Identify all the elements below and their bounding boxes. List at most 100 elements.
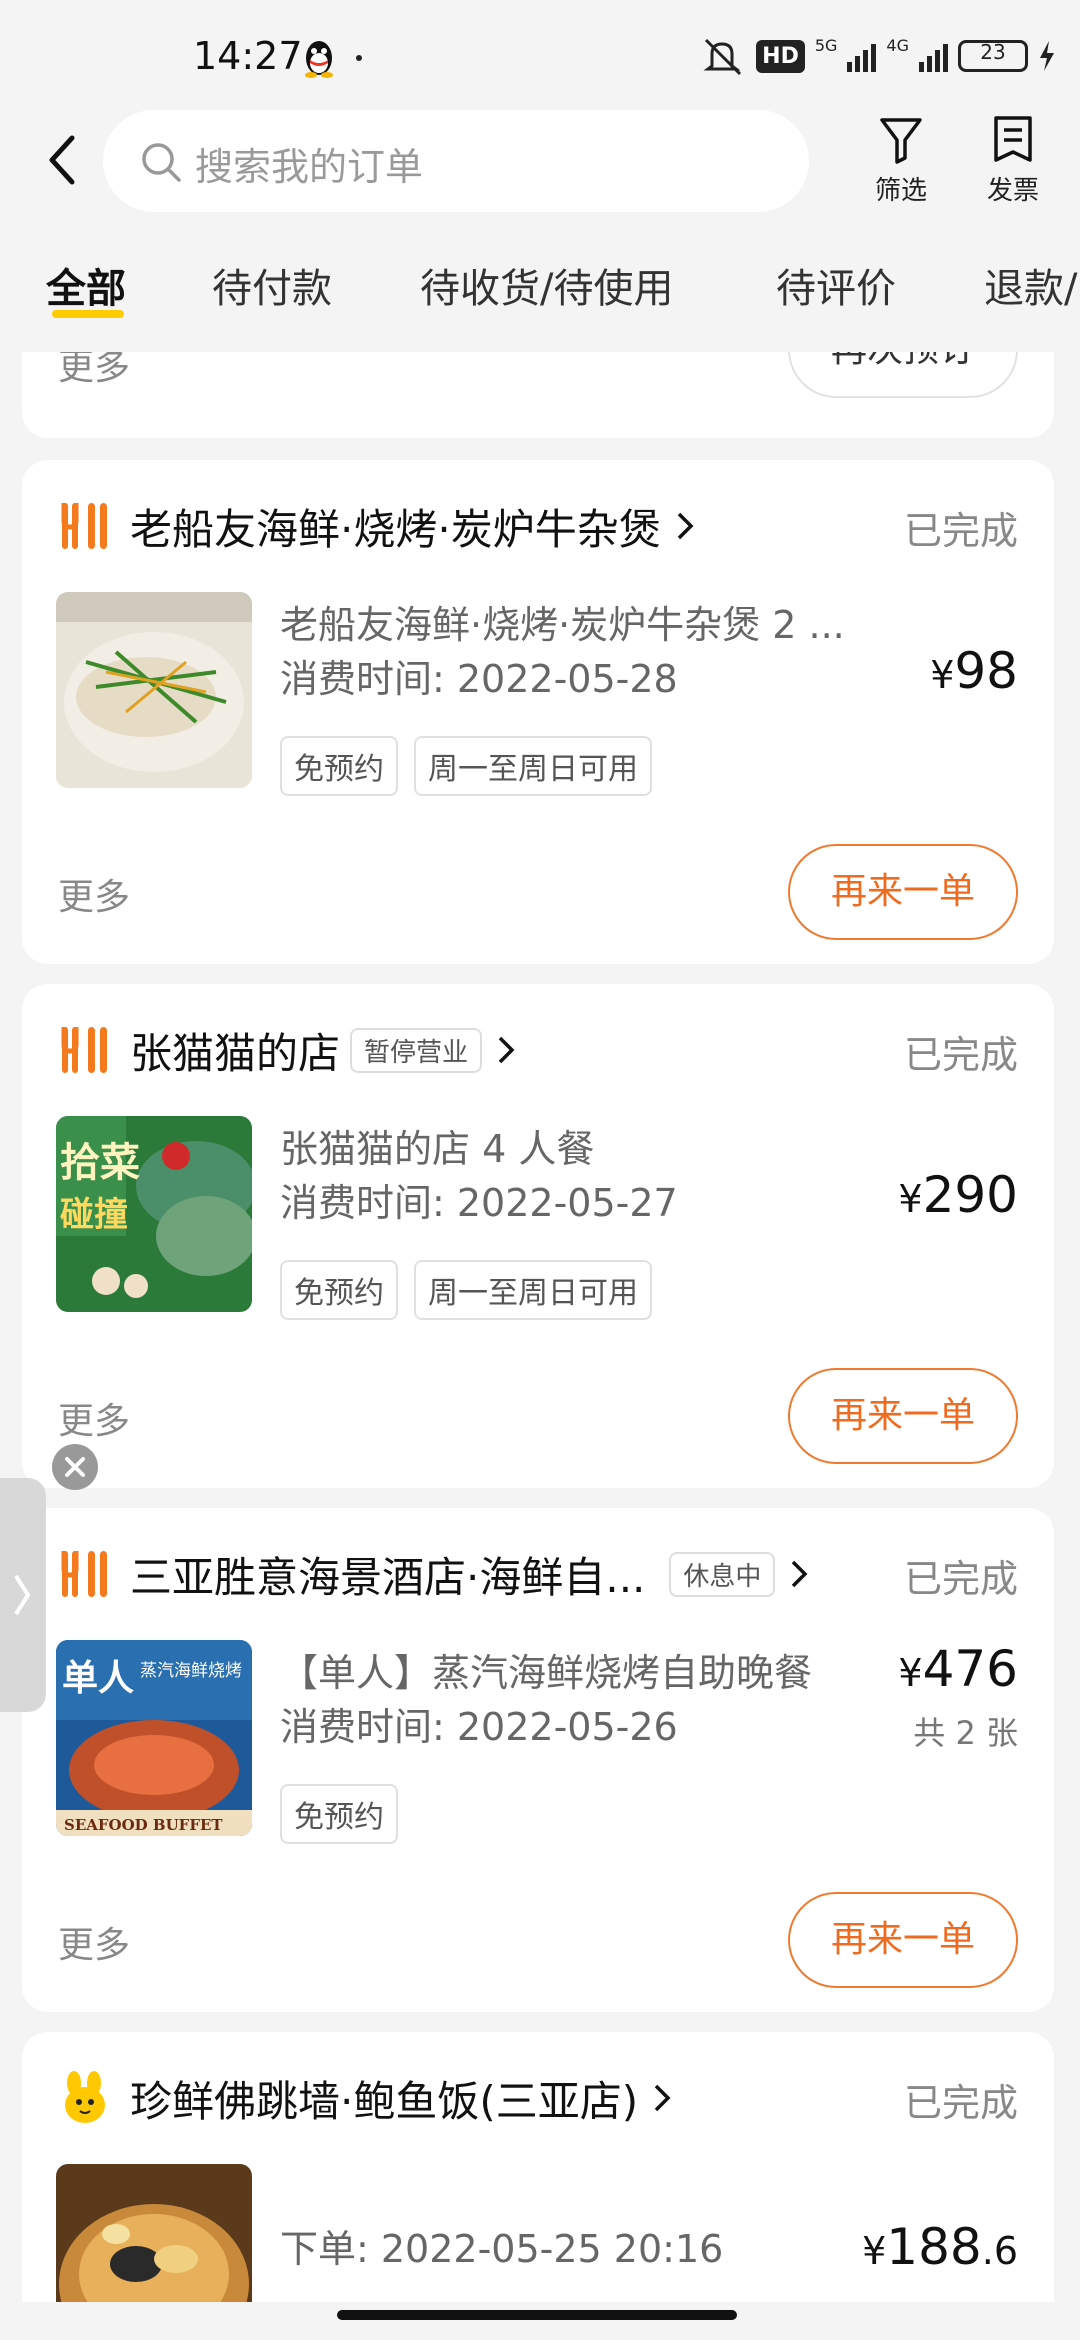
reorder-button[interactable]: 再来一单 <box>788 1368 1018 1464</box>
consumption-time: 消费时间: 2022-05-27 <box>280 1181 678 1225</box>
order-tabs: 全部 待付款 待收货/待使用 待评价 退款/ <box>0 240 1080 340</box>
more-link[interactable]: 更多 <box>58 352 130 390</box>
price-currency: ¥ <box>898 1651 923 1695</box>
search-placeholder: 搜索我的订单 <box>195 145 424 189</box>
shop-name: 三亚胜意海景酒店·海鲜自... <box>130 1552 646 1602</box>
order-item-title: 老船友海鲜·烧烤·炭炉牛杂煲 2 ... <box>280 603 845 647</box>
signal-5g-icon <box>847 40 877 72</box>
price-decimal: .6 <box>981 2229 1018 2273</box>
price-value: 290 <box>922 1166 1018 1224</box>
restaurant-icon <box>61 1551 107 1597</box>
chevron-right-icon <box>677 512 694 540</box>
order-status: 已完成 <box>903 2081 1018 2125</box>
invoice-icon <box>994 116 1032 162</box>
shop-status-badge: 休息中 <box>669 1551 776 1597</box>
battery-level: 23 <box>980 40 1006 64</box>
order-card[interactable]: 三亚胜意海景酒店·海鲜自... 休息中 已完成 单人 蒸汽海鲜烧烤 SEAFOO… <box>22 1508 1054 2012</box>
price-currency: ¥ <box>930 653 955 697</box>
search-icon <box>142 143 181 182</box>
hd-icon: HD <box>756 39 805 73</box>
more-link[interactable]: 更多 <box>58 1916 130 1968</box>
tag-availability: 周一至周日可用 <box>414 736 652 796</box>
consumption-time: 消费时间: 2022-05-28 <box>280 657 678 701</box>
order-item-title: 【单人】蒸汽海鲜烧烤自助晚餐 <box>280 1651 813 1695</box>
close-icon <box>65 1457 85 1477</box>
order-tags: 免预约 <box>280 1784 398 1844</box>
shop-row[interactable]: 张猫猫的店 暂停营业 <box>58 1020 1018 1080</box>
chevron-right-icon <box>498 1036 515 1064</box>
book-again-button[interactable]: 再次预订 <box>788 352 1018 398</box>
tab-all[interactable]: 全部 <box>46 256 126 314</box>
filter-button[interactable]: 筛选 <box>861 114 941 207</box>
order-tags: 免预约 周一至周日可用 <box>280 1260 652 1320</box>
order-card-partial: 更多 再次预订 <box>22 352 1054 438</box>
side-panel-handle[interactable] <box>0 1478 46 1712</box>
tab-pending-review[interactable]: 待评价 <box>776 256 896 314</box>
shop-name: 张猫猫的店 <box>130 1028 341 1078</box>
restaurant-icon <box>61 1027 107 1073</box>
order-status: 已完成 <box>903 509 1018 553</box>
invoice-label: 发票 <box>986 176 1039 206</box>
tab-pending-payment[interactable]: 待付款 <box>212 256 332 314</box>
close-float-button[interactable] <box>52 1444 98 1490</box>
product-thumbnail[interactable] <box>56 592 252 788</box>
invoice-button[interactable]: 发票 <box>973 114 1053 207</box>
tag-no-reservation: 免预约 <box>280 1260 398 1320</box>
thumb-text-single: 单人 <box>62 1657 134 1699</box>
svg-text:碰撞: 碰撞 <box>60 1195 128 1235</box>
mascot-icon <box>65 2071 105 2123</box>
order-time: 下单: 2022-05-25 20:16 <box>280 2227 724 2271</box>
status-icons: HD 5G 4G 23 <box>698 34 1056 78</box>
order-card[interactable]: 张猫猫的店 暂停营业 已完成 拾菜 碰撞 张猫猫的店 4 人餐 消费时间: 20… <box>22 984 1054 1488</box>
order-card[interactable]: 老船友海鲜·烧烤·炭炉牛杂煲 已完成 老船友海鲜·烧烤·炭炉牛杂煲 2 ... … <box>22 460 1054 964</box>
tag-availability: 周一至周日可用 <box>414 1260 652 1320</box>
status-time: 14:27 <box>193 34 303 78</box>
back-arrow-icon[interactable] <box>40 130 86 190</box>
shop-name: 珍鲜佛跳墙·鲍鱼饭(三亚店) <box>130 2076 639 2126</box>
shop-row[interactable]: 老船友海鲜·烧烤·炭炉牛杂煲 <box>58 496 1018 556</box>
chevron-right-icon <box>14 1574 31 1616</box>
price-currency: ¥ <box>862 2229 887 2273</box>
price-value: 188 <box>886 2218 982 2276</box>
order-list[interactable]: 更多 再次预订 老船友海鲜·烧烤·炭炉牛杂煲 已完成 <box>0 352 1080 2302</box>
thumb-text-seafood: SEAFOOD BUFFET <box>64 1816 223 1834</box>
order-item-title: 张猫猫的店 4 人餐 <box>280 1127 595 1171</box>
product-thumbnail[interactable] <box>56 2164 252 2302</box>
more-link[interactable]: 更多 <box>58 1392 130 1444</box>
order-status: 已完成 <box>903 1033 1018 1077</box>
filter-label: 筛选 <box>874 176 927 206</box>
more-link[interactable]: 更多 <box>58 868 130 920</box>
price-currency: ¥ <box>898 1177 923 1221</box>
order-price: ¥98 <box>930 642 1018 700</box>
order-tags: 免预约 周一至周日可用 <box>280 736 652 796</box>
order-price: ¥476 <box>898 1640 1018 1698</box>
charging-icon <box>1040 41 1054 71</box>
tag-no-reservation: 免预约 <box>280 736 398 796</box>
order-card[interactable]: 珍鲜佛跳墙·鲍鱼饭(三亚店) 已完成 下单: 2022-05-25 20:16 … <box>22 2032 1054 2302</box>
shop-row[interactable]: 三亚胜意海景酒店·海鲜自... 休息中 <box>58 1544 1018 1604</box>
net-4g-label: 4G <box>886 36 909 55</box>
status-bar: 14:27 HD 5G 4G 23 <box>0 0 1080 110</box>
reorder-button[interactable]: 再来一单 <box>788 1892 1018 1988</box>
shop-row[interactable]: 珍鲜佛跳墙·鲍鱼饭(三亚店) <box>58 2068 1018 2128</box>
svg-text:拾菜: 拾菜 <box>60 1140 140 1186</box>
order-price: ¥290 <box>898 1166 1018 1224</box>
tab-active-indicator <box>52 310 124 318</box>
chevron-right-icon <box>792 1560 808 1588</box>
consumption-time: 消费时间: 2022-05-26 <box>280 1705 678 1749</box>
product-thumbnail[interactable]: 拾菜 碰撞 <box>56 1116 252 1312</box>
header: 搜索我的订单 筛选 发票 <box>0 110 1080 212</box>
net-5g-label: 5G <box>814 36 838 55</box>
search-input[interactable]: 搜索我的订单 <box>103 110 809 212</box>
filter-icon <box>880 118 922 164</box>
tab-refund[interactable]: 退款/ <box>984 256 1077 314</box>
battery-icon: 23 <box>958 40 1028 72</box>
ticket-quantity: 共 2 张 <box>913 1714 1018 1752</box>
notification-dot <box>356 55 362 61</box>
product-thumbnail[interactable]: 单人 蒸汽海鲜烧烤 SEAFOOD BUFFET <box>56 1640 252 1836</box>
home-indicator[interactable] <box>337 2310 737 2320</box>
chevron-right-icon <box>654 2084 671 2112</box>
shop-name: 老船友海鲜·烧烤·炭炉牛杂煲 <box>130 504 661 554</box>
tab-pending-receipt[interactable]: 待收货/待使用 <box>420 256 673 314</box>
reorder-button[interactable]: 再来一单 <box>788 844 1018 940</box>
